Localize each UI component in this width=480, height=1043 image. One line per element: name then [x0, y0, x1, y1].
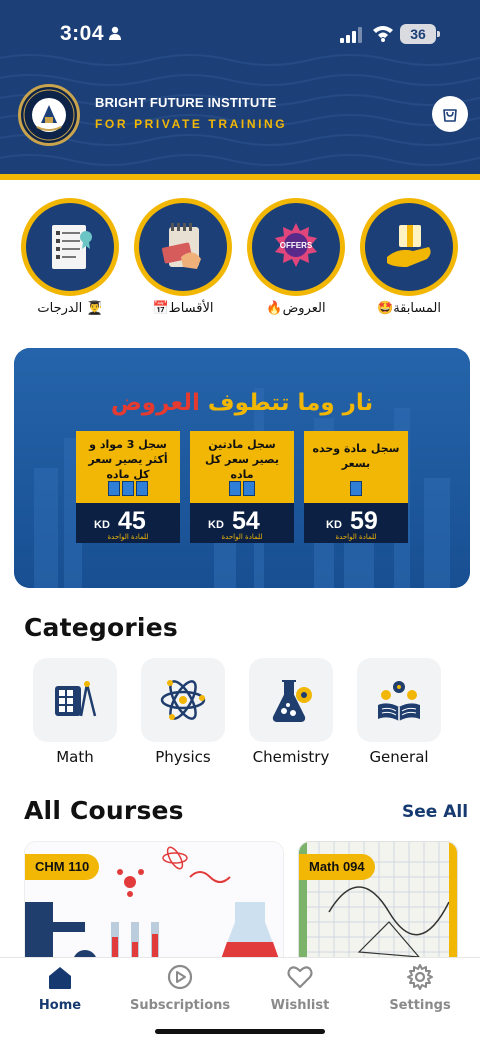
open-book-gears-icon	[378, 681, 420, 721]
offer-books-icon	[76, 481, 180, 501]
quick-link-grades-label: الدرجات 👨‍🎓	[37, 301, 103, 316]
offer-card-three-subjects[interactable]: سجل 3 مواد و أكثر يصير سعر كل ماده KD 45…	[76, 431, 180, 543]
offer-currency: KD	[94, 519, 110, 531]
offer-currency: KD	[208, 519, 224, 531]
cellular-signal-icon	[340, 27, 362, 43]
institute-logo	[18, 84, 80, 146]
nav-wishlist[interactable]: Wishlist	[250, 962, 350, 1022]
gear-icon	[407, 964, 433, 990]
offer-books-icon	[190, 481, 294, 501]
category-physics[interactable]: Physics	[141, 658, 225, 768]
offer-unit: للمادة الواحدة	[221, 533, 263, 541]
nav-home-label: Home	[38, 998, 82, 1013]
banner-title: نار وما تتطوف العروض	[110, 390, 374, 416]
quick-link-installments-circle	[134, 198, 232, 296]
cart-button[interactable]	[432, 96, 468, 132]
person-icon	[109, 26, 121, 40]
institute-subtitle: FOR PRIVATE TRAINING	[95, 117, 288, 131]
shopping-bag-icon	[443, 109, 457, 122]
gift-hand-icon	[387, 225, 431, 267]
course-tag: Math 094	[299, 854, 375, 880]
see-all-link[interactable]: See All	[402, 802, 468, 822]
category-physics-tile	[141, 658, 225, 742]
quick-link-installments[interactable]: 📅الأقساط	[133, 198, 233, 328]
quick-link-grades[interactable]: الدرجات 👨‍🎓	[20, 198, 120, 328]
category-math-label: Math	[56, 748, 94, 766]
offer-price: 54	[232, 507, 260, 535]
offer-price-box: KD 54 للمادة الواحدة	[190, 503, 294, 543]
offer-description: سجل مادتين يصير سعر كل ماده	[204, 438, 280, 481]
quick-link-competition-circle	[360, 198, 458, 296]
category-general[interactable]: General	[357, 658, 441, 768]
heart-icon	[287, 966, 313, 989]
course-card-math094[interactable]: Math 094	[298, 841, 458, 971]
nav-settings-label: Settings	[389, 998, 451, 1013]
nav-wishlist-label: Wishlist	[270, 998, 330, 1013]
offer-unit: للمادة الواحدة	[107, 533, 149, 541]
quick-link-offers-label: 🔥العروض	[266, 301, 326, 316]
institute-name: BRIGHT FUTURE INSTITUTE	[95, 95, 277, 110]
status-time: 3:04	[60, 22, 105, 45]
svg-text:OFFERS: OFFERS	[280, 241, 313, 250]
quick-link-offers-circle: OFFERS	[247, 198, 345, 296]
offer-books-icon	[304, 481, 408, 501]
nav-subscriptions[interactable]: Subscriptions	[130, 962, 230, 1022]
offer-description: سجل مادة وحده بسعر	[312, 442, 400, 470]
course-card-chm110[interactable]: CHM 110	[24, 841, 284, 971]
offer-price-box: KD 59 للمادة الواحدة	[304, 503, 408, 543]
course-tag: CHM 110	[25, 854, 100, 880]
app-header: 3:04 36 BRIGHT FUTURE INSTITUTE FOR PRIV…	[0, 0, 480, 180]
offer-unit: للمادة الواحدة	[335, 533, 377, 541]
battery-indicator: 36	[400, 24, 440, 44]
offer-currency: KD	[326, 519, 342, 531]
quick-link-competition-label: 🤩المسابقة	[377, 301, 441, 316]
offer-price: 59	[350, 507, 378, 535]
category-general-label: General	[369, 748, 429, 766]
category-chemistry[interactable]: Chemistry	[249, 658, 333, 768]
offer-card-one-subject[interactable]: سجل مادة وحده بسعر KD 59 للمادة الواحدة	[304, 431, 408, 543]
play-circle-icon	[167, 964, 193, 990]
grades-document-icon	[52, 225, 92, 269]
home-icon	[49, 967, 71, 989]
flask-icon	[272, 680, 312, 722]
categories-title: Categories	[24, 613, 178, 642]
quick-link-grades-circle	[21, 198, 119, 296]
institute-seal-icon	[23, 89, 75, 141]
installments-card-icon	[162, 223, 201, 269]
quick-link-installments-label: 📅الأقساط	[152, 301, 214, 316]
offer-description: سجل 3 مواد و أكثر يصير سعر كل ماده	[88, 438, 168, 481]
category-math-tile	[33, 658, 117, 742]
category-general-tile	[357, 658, 441, 742]
quick-link-competition[interactable]: 🤩المسابقة	[359, 198, 459, 328]
calculator-icon	[55, 681, 97, 717]
category-math[interactable]: Math	[33, 658, 117, 768]
offers-banner[interactable]: نار وما تتطوف العروض سجل 3 مواد و أكثر ي…	[14, 348, 470, 588]
header-gold-divider	[0, 174, 480, 180]
category-chemistry-tile	[249, 658, 333, 742]
all-courses-title: All Courses	[24, 796, 184, 825]
category-physics-label: Physics	[155, 748, 211, 766]
offer-price: 45	[118, 507, 146, 535]
nav-subscriptions-label: Subscriptions	[130, 998, 231, 1013]
status-bar: 3:04 36	[0, 0, 480, 70]
category-chemistry-label: Chemistry	[252, 748, 330, 766]
quick-link-offers[interactable]: OFFERS 🔥العروض	[246, 198, 346, 328]
wifi-icon	[373, 26, 393, 42]
offer-price-box: KD 45 للمادة الواحدة	[76, 503, 180, 543]
atom-icon	[160, 680, 206, 720]
home-indicator	[155, 1029, 325, 1034]
nav-settings[interactable]: Settings	[370, 962, 470, 1022]
offer-card-two-subjects[interactable]: سجل مادتين يصير سعر كل ماده KD 54 للمادة…	[190, 431, 294, 543]
offers-badge-icon: OFFERS	[275, 223, 317, 267]
nav-home[interactable]: Home	[10, 962, 110, 1022]
